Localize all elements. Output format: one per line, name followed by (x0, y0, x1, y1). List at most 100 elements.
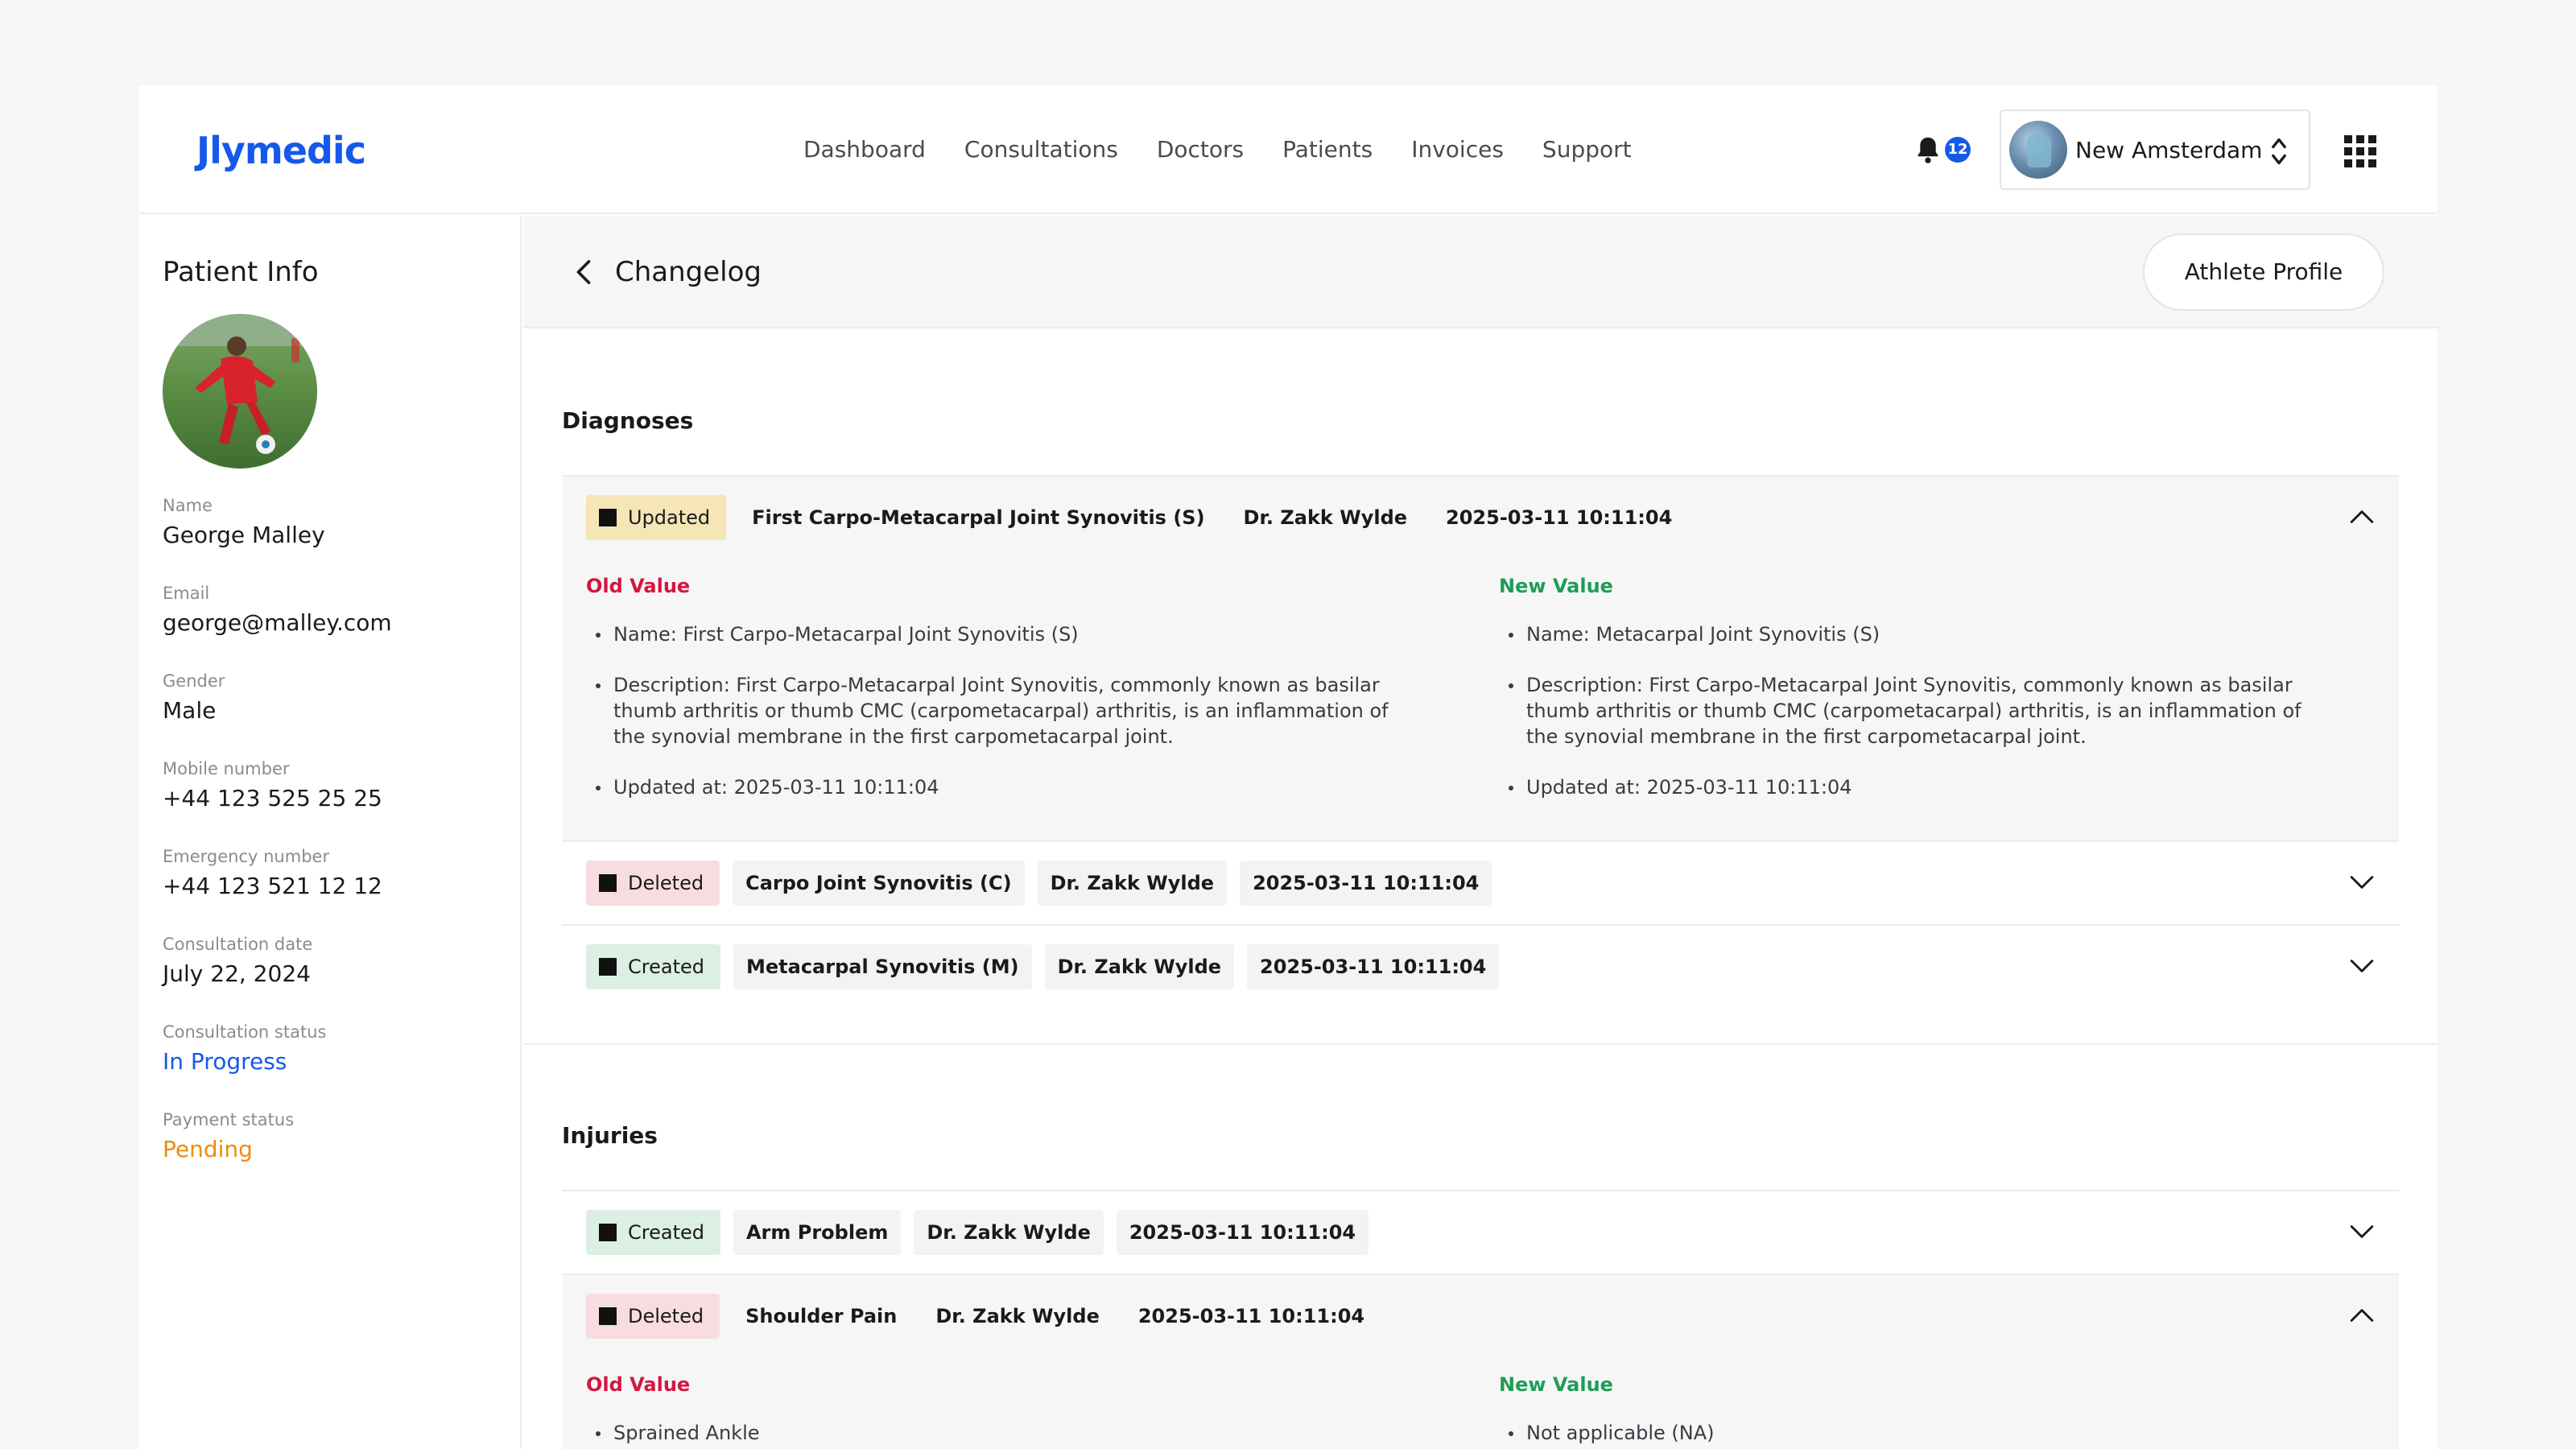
patient-info-sidebar: Patient Info Name George Malley Email ge… (138, 216, 522, 1449)
list-item: Description: First Carpo-Metacarpal Join… (586, 672, 1407, 749)
patient-photo (163, 314, 317, 469)
nav-consultations[interactable]: Consultations (964, 134, 1118, 166)
organization-name: New Amsterdam (2075, 136, 2263, 163)
field-name: Name George Malley (163, 496, 325, 548)
list-item: Updated at: 2025-03-11 10:11:04 (1499, 774, 2320, 800)
nav-doctors[interactable]: Doctors (1157, 134, 1244, 166)
notification-count-badge: 12 (1945, 137, 1971, 163)
back-chevron-icon[interactable] (572, 258, 596, 287)
nav-dashboard[interactable]: Dashboard (803, 134, 926, 166)
list-item: Name: First Carpo-Metacarpal Joint Synov… (586, 621, 1407, 647)
status-label: Updated (628, 506, 711, 529)
consultation-status-value: In Progress (163, 1048, 287, 1075)
notifications-button[interactable]: 12 (1914, 134, 1979, 166)
new-value-column: New Value Name: Metacarpal Joint Synovit… (1499, 575, 2320, 825)
doctor-chip: Dr. Zakk Wylde (1243, 506, 1408, 529)
old-value-column: Old Value Sprained Ankle (586, 1373, 1407, 1449)
chevron-up-icon[interactable] (2349, 507, 2375, 526)
old-value-label: Old Value (586, 575, 691, 597)
chevron-up-down-icon (2272, 138, 2286, 165)
field-label: Name (163, 496, 213, 515)
chevron-down-icon[interactable] (2349, 873, 2375, 892)
status-badge: Deleted (586, 1294, 720, 1339)
field-value: george@malley.com (163, 609, 392, 636)
list-item: Not applicable (NA) (1499, 1420, 2320, 1446)
list-item: Description: First Carpo-Metacarpal Join… (1499, 672, 2320, 749)
item-chip: Arm Problem (733, 1210, 902, 1255)
chevron-down-icon[interactable] (2349, 956, 2375, 976)
athlete-profile-button[interactable]: Athlete Profile (2143, 233, 2384, 311)
top-header: Jlymedic Dashboard Consultations Doctors… (138, 85, 2438, 214)
status-badge: Created (586, 944, 720, 989)
item-chip: Metacarpal Synovitis (M) (733, 944, 1032, 989)
timestamp-chip: 2025-03-11 10:11:04 (1240, 861, 1492, 906)
field-gender: Gender Male (163, 671, 225, 724)
doctor-chip: Dr. Zakk Wylde (935, 1305, 1100, 1327)
field-consultation-date: Consultation date July 22, 2024 (163, 935, 312, 987)
nav-patients[interactable]: Patients (1282, 134, 1373, 166)
item-chip: First Carpo-Metacarpal Joint Synovitis (… (752, 506, 1205, 529)
doctor-chip: Dr. Zakk Wylde (1037, 861, 1228, 906)
field-emergency-number: Emergency number +44 123 521 12 12 (163, 847, 382, 899)
list-item: Updated at: 2025-03-11 10:11:04 (586, 774, 1407, 800)
main-nav: Dashboard Consultations Doctors Patients… (803, 134, 1670, 166)
organization-avatar (2009, 121, 2067, 179)
doctor-chip: Dr. Zakk Wylde (1044, 944, 1235, 989)
diagnosis-row-updated[interactable]: Updated First Carpo-Metacarpal Joint Syn… (562, 475, 2399, 559)
old-value-column: Old Value Name: First Carpo-Metacarpal J… (586, 575, 1407, 825)
diagnosis-row-deleted[interactable]: Deleted Carpo Joint Synovitis (C) Dr. Za… (562, 840, 2399, 924)
app-window: Jlymedic Dashboard Consultations Doctors… (138, 85, 2438, 1449)
field-value: +44 123 525 25 25 (163, 785, 382, 811)
field-value: George Malley (163, 522, 325, 548)
injury-change-detail: Old Value Sprained Ankle New Value Not a… (562, 1357, 2399, 1449)
field-label: Consultation status (163, 1022, 327, 1042)
status-label: Deleted (628, 872, 704, 894)
field-payment-status: Payment status Pending (163, 1110, 294, 1162)
timestamp-chip: 2025-03-11 10:11:04 (1247, 944, 1500, 989)
field-consultation-status: Consultation status In Progress (163, 1022, 326, 1075)
list-item: Name: Metacarpal Joint Synovitis (S) (1499, 621, 2320, 647)
doctor-chip: Dr. Zakk Wylde (914, 1210, 1104, 1255)
chevron-down-icon[interactable] (2349, 1222, 2375, 1241)
payment-status-value: Pending (163, 1136, 253, 1162)
page-title: Changelog (615, 256, 762, 288)
nav-support[interactable]: Support (1542, 134, 1632, 166)
field-value: +44 123 521 12 12 (163, 873, 382, 899)
sidebar-title: Patient Info (163, 256, 319, 288)
bell-icon (1918, 137, 1938, 163)
injury-row-created[interactable]: Created Arm Problem Dr. Zakk Wylde 2025-… (562, 1190, 2399, 1274)
item-chip: Carpo Joint Synovitis (C) (733, 861, 1025, 906)
item-chip: Shoulder Pain (745, 1305, 898, 1327)
changelog-header: Changelog Athlete Profile (523, 216, 2438, 328)
apps-grid-icon[interactable] (2344, 135, 2376, 167)
list-item: Sprained Ankle (586, 1420, 1407, 1446)
field-label: Payment status (163, 1110, 295, 1129)
nav-invoices[interactable]: Invoices (1411, 134, 1504, 166)
diagnosis-change-detail: Old Value Name: First Carpo-Metacarpal J… (562, 559, 2399, 840)
status-badge: Created (586, 1210, 720, 1255)
field-email: Email george@malley.com (163, 584, 392, 636)
old-value-label: Old Value (586, 1373, 691, 1396)
diagnosis-row-created[interactable]: Created Metacarpal Synovitis (M) Dr. Zak… (562, 924, 2399, 1008)
field-mobile-number: Mobile number +44 123 525 25 25 (163, 759, 382, 811)
timestamp-chip: 2025-03-11 10:11:04 (1137, 1305, 1365, 1327)
chevron-up-icon[interactable] (2349, 1306, 2375, 1325)
new-value-label: New Value (1499, 575, 1613, 597)
status-label: Deleted (628, 1305, 704, 1327)
timestamp-chip: 2025-03-11 10:11:04 (1446, 506, 1673, 529)
status-badge: Updated (586, 495, 727, 540)
new-value-label: New Value (1499, 1373, 1613, 1396)
status-badge: Deleted (586, 861, 720, 906)
field-label: Consultation date (163, 935, 313, 954)
status-label: Created (628, 1221, 704, 1244)
field-value: July 22, 2024 (163, 960, 311, 987)
injury-row-deleted[interactable]: Deleted Shoulder Pain Dr. Zakk Wylde 202… (562, 1274, 2399, 1357)
logo[interactable]: Jlymedic (196, 129, 366, 172)
injuries-section-title: Injuries (562, 1122, 658, 1149)
new-value-column: New Value Not applicable (NA) (1499, 1373, 2320, 1449)
field-label: Email (163, 584, 210, 603)
organization-select[interactable]: New Amsterdam (2000, 109, 2310, 190)
status-label: Created (628, 956, 704, 978)
field-label: Mobile number (163, 759, 290, 778)
field-value: Male (163, 697, 217, 724)
